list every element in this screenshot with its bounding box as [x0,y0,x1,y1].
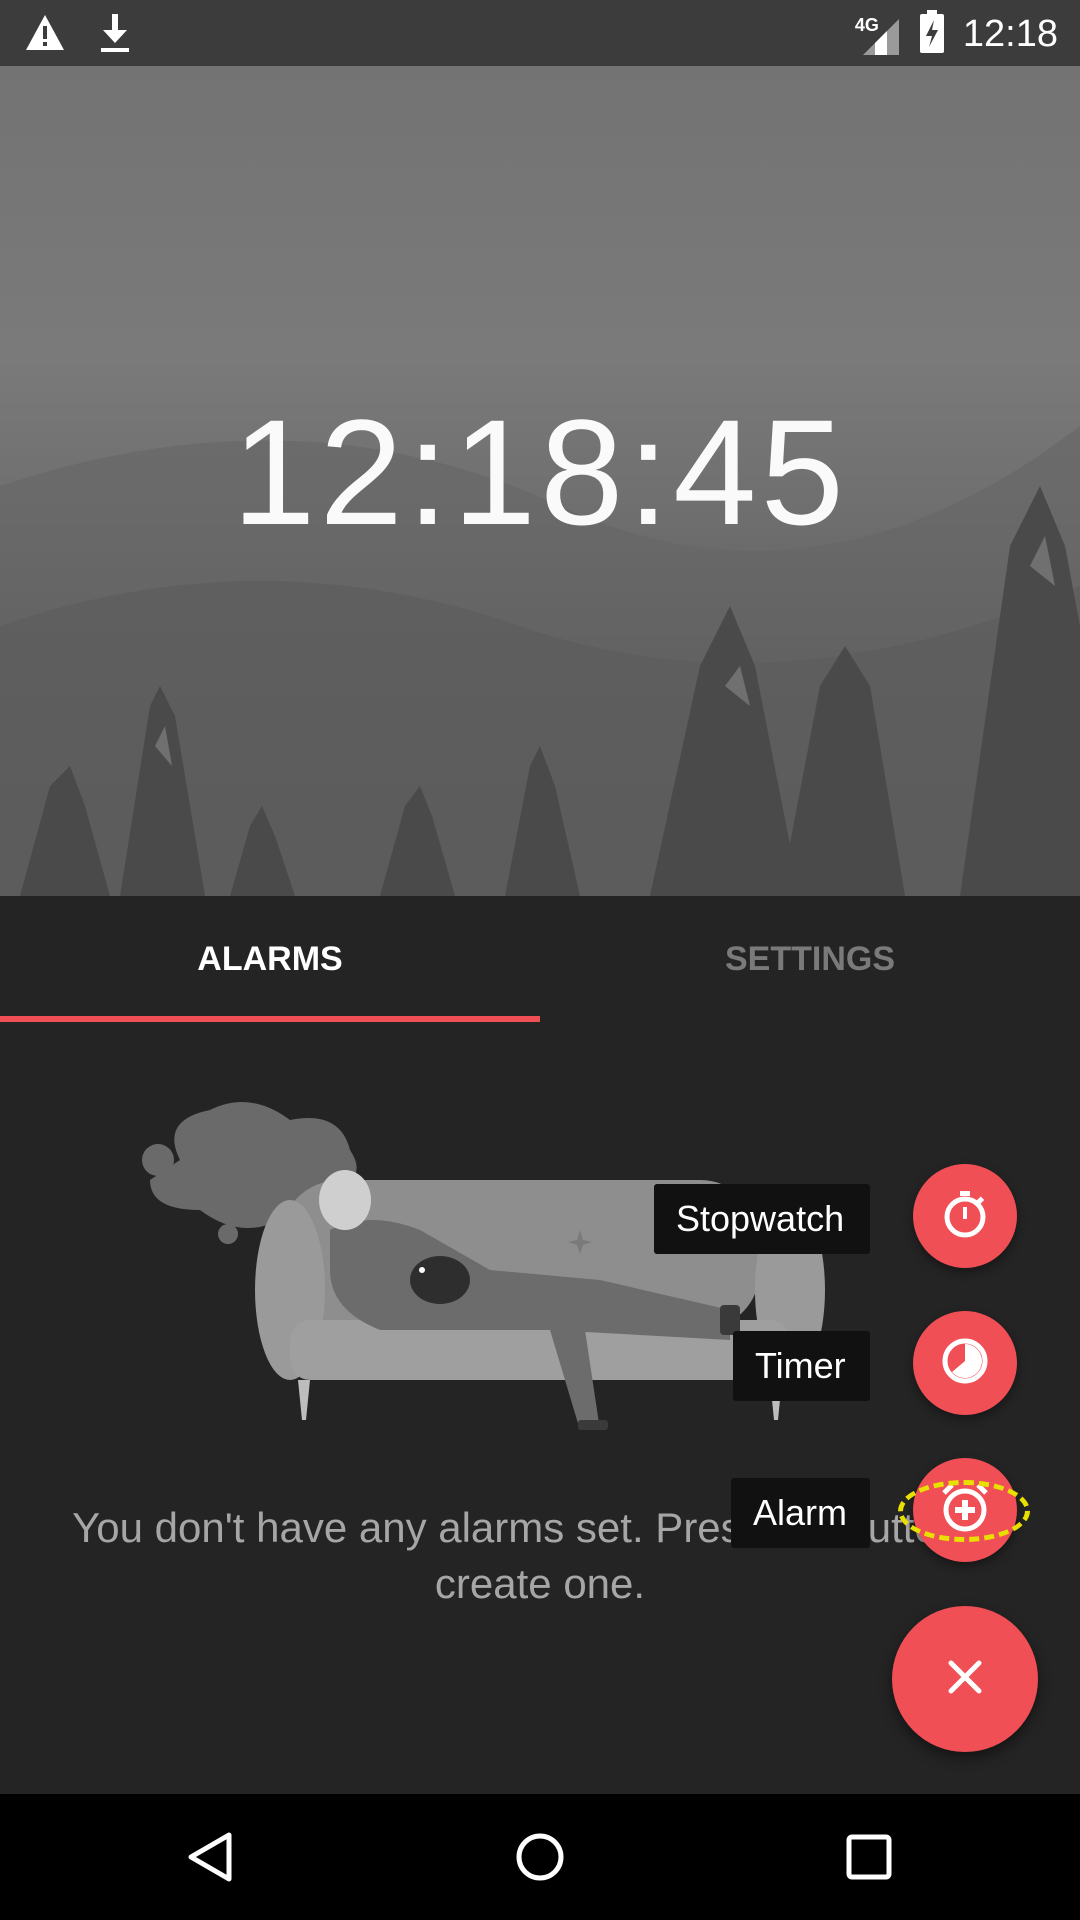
recents-button[interactable] [834,1824,904,1894]
add-alarm-icon [938,1481,992,1540]
back-icon [183,1829,239,1890]
close-menu-fab[interactable] [892,1606,1038,1752]
stopwatch-fab[interactable] [913,1164,1017,1268]
header-banner: 12:18:45 [0,66,1080,896]
sofa-illustration [142,1102,825,1430]
stopwatch-label[interactable]: Stopwatch [654,1184,870,1254]
warning-icon [24,12,66,59]
tab-bar: ALARMS SETTINGS [0,896,1080,1022]
timer-icon [938,1334,992,1393]
network-type: 4G [854,14,879,35]
battery-charging-icon [919,10,945,59]
alarm-label[interactable]: Alarm [731,1478,870,1548]
navigation-bar [0,1794,1080,1920]
status-bar: 4G 12:18 [0,0,1080,66]
tab-indicator [0,1016,540,1022]
current-time-clock: 12:18:45 [232,388,848,556]
close-icon [943,1655,987,1704]
back-button[interactable] [176,1824,246,1894]
home-icon [512,1829,568,1890]
status-time: 12:18 [962,13,1058,55]
download-icon [96,12,134,59]
timer-fab[interactable] [913,1311,1017,1415]
tab-settings[interactable]: SETTINGS [540,896,1080,1022]
timer-label[interactable]: Timer [733,1331,870,1401]
signal-icon: 4G [854,13,901,57]
empty-state-message: You don't have any alarms set. Press the… [72,1504,1008,1607]
stopwatch-icon [938,1187,992,1246]
recents-icon [843,1831,895,1888]
add-alarm-fab[interactable] [913,1458,1017,1562]
home-button[interactable] [505,1824,575,1894]
tab-alarms[interactable]: ALARMS [0,896,540,1022]
